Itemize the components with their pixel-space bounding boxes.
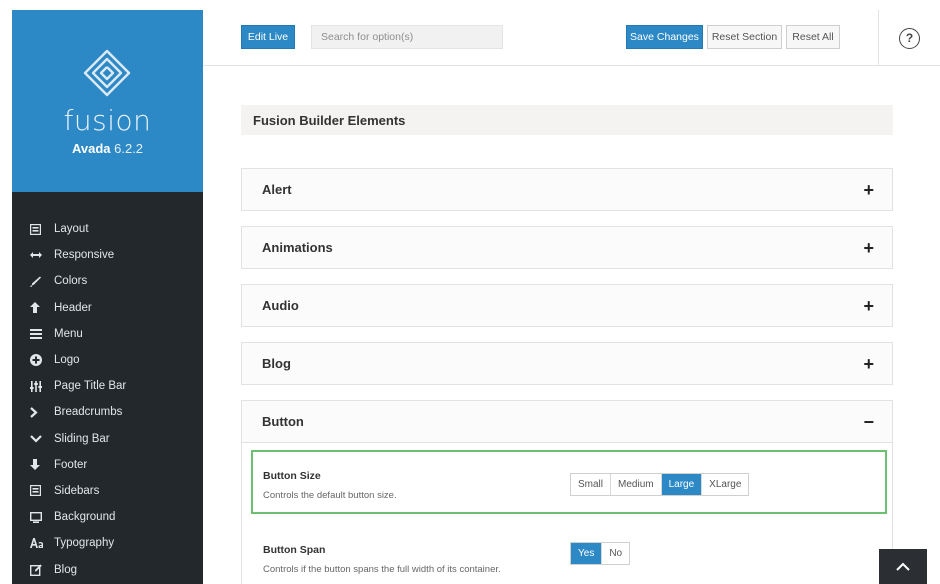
sidebar-item-label: Header	[54, 301, 92, 314]
sidebar-item-label: Typography	[54, 537, 115, 550]
sidebar-item-menu[interactable]: Menu	[12, 321, 203, 347]
layout-icon	[12, 216, 54, 242]
chevron-right-icon	[12, 399, 54, 425]
top-toolbar: Edit Live Save Changes Reset Section Res…	[203, 10, 940, 66]
sidebar-item-blog[interactable]: Blog	[12, 556, 203, 582]
size-option-medium[interactable]: Medium	[611, 474, 662, 495]
sidebar-item-sidebars[interactable]: Sidebars	[12, 478, 203, 504]
sliders-icon	[12, 373, 54, 399]
sidebar: fusion Avada 6.2.2 Layout Responsive Col…	[12, 10, 203, 584]
sidebar-item-label: Sliding Bar	[54, 432, 110, 445]
plus-icon: +	[863, 295, 874, 316]
plus-icon: +	[863, 237, 874, 258]
accordion-animations[interactable]: Animations +	[241, 226, 893, 269]
sidebar-item-label: Logo	[54, 354, 80, 367]
accordion-button-body: Button Size Controls the default button …	[241, 443, 893, 584]
brand-version: Avada 6.2.2	[71, 141, 144, 156]
save-changes-button[interactable]: Save Changes	[626, 25, 703, 49]
sidebar-item-page-title-bar[interactable]: Page Title Bar	[12, 373, 203, 399]
sidebar-item-sliding-bar[interactable]: Sliding Bar	[12, 426, 203, 452]
sidebar-item-responsive[interactable]: Responsive	[12, 242, 203, 268]
reset-all-button[interactable]: Reset All	[786, 25, 840, 49]
sidebar-item-logo[interactable]: Logo	[12, 347, 203, 373]
accordion-label: Alert	[262, 182, 292, 197]
accordion-button[interactable]: Button −	[241, 400, 893, 443]
option-title: Button Size	[263, 470, 321, 482]
sidebar-item-layout[interactable]: Layout	[12, 216, 203, 242]
arrows-horizontal-icon	[12, 242, 54, 268]
sidebar-item-label: Page Title Bar	[54, 380, 127, 393]
accordion-blog[interactable]: Blog +	[241, 342, 893, 385]
edit-icon	[12, 556, 54, 582]
sidebar-item-label: Layout	[54, 223, 89, 236]
accordion-label: Animations	[262, 240, 333, 255]
button-span-toggle: Yes No	[570, 542, 631, 565]
size-option-small[interactable]: Small	[571, 474, 612, 495]
option-button-size: Button Size Controls the default button …	[251, 450, 887, 514]
button-size-selector: Small Medium Large XLarge	[570, 473, 750, 496]
fusion-logo-icon	[83, 49, 131, 97]
help-icon[interactable]: ?	[899, 27, 920, 49]
sidebar-item-label: Footer	[54, 458, 88, 471]
size-option-large[interactable]: Large	[661, 474, 703, 495]
sidebar-item-colors[interactable]: Colors	[12, 268, 203, 294]
accordion-alert[interactable]: Alert +	[241, 168, 893, 211]
sidebar-item-label: Blog	[54, 563, 78, 576]
sidebar-item-background[interactable]: Background	[12, 504, 203, 530]
sidebar-item-typography[interactable]: Typography	[12, 530, 203, 556]
monitor-icon	[12, 504, 54, 530]
span-option-yes[interactable]: Yes	[571, 543, 603, 564]
plus-icon: +	[863, 353, 874, 374]
sidebar-item-header[interactable]: Header	[12, 295, 203, 321]
option-description: Controls if the button spans the full wi…	[263, 564, 501, 575]
option-button-span: Button Span Controls if the button spans…	[251, 535, 887, 584]
accordion-audio[interactable]: Audio +	[241, 284, 893, 327]
chevron-up-icon	[896, 562, 910, 571]
hamburger-icon	[12, 321, 54, 347]
brand-name: fusion	[63, 104, 152, 137]
scroll-to-top-button[interactable]	[879, 549, 927, 584]
sidebar-item-label: Menu	[54, 327, 83, 340]
typography-icon	[12, 530, 54, 556]
chevron-down-icon	[12, 426, 54, 452]
accordion-label: Button	[262, 414, 304, 429]
sidebar-item-footer[interactable]: Footer	[12, 452, 203, 478]
brand-panel: fusion Avada 6.2.2	[12, 10, 203, 192]
sidebar-item-label: Sidebars	[54, 484, 100, 497]
accordion-label: Audio	[262, 298, 299, 313]
sidebar-menu: Layout Responsive Colors Header Menu Log…	[12, 216, 203, 583]
sidebar-item-label: Responsive	[54, 249, 115, 262]
app-frame: fusion Avada 6.2.2 Layout Responsive Col…	[0, 0, 940, 584]
search-input[interactable]	[311, 25, 503, 49]
plus-circle-icon	[12, 347, 54, 373]
sidebars-icon	[12, 478, 54, 504]
arrow-up-icon	[12, 295, 54, 321]
edit-live-button[interactable]: Edit Live	[241, 25, 295, 49]
option-title: Button Span	[263, 544, 326, 556]
accordion-label: Blog	[262, 356, 291, 371]
sidebar-item-breadcrumbs[interactable]: Breadcrumbs	[12, 399, 203, 425]
section-title: Fusion Builder Elements	[241, 105, 893, 135]
plus-icon: +	[863, 179, 874, 200]
span-option-no[interactable]: No	[602, 543, 629, 564]
sidebar-item-label: Breadcrumbs	[54, 406, 123, 419]
sidebar-item-label: Colors	[54, 275, 88, 288]
brush-icon	[12, 268, 54, 294]
reset-section-button[interactable]: Reset Section	[707, 25, 782, 49]
help-area: ?	[878, 10, 940, 66]
minus-icon: −	[863, 411, 874, 432]
main-content: Fusion Builder Elements Alert + Animatio…	[203, 67, 940, 584]
option-description: Controls the default button size.	[263, 490, 397, 501]
sidebar-item-label: Background	[54, 511, 116, 524]
size-option-xlarge[interactable]: XLarge	[702, 474, 748, 495]
arrow-down-icon	[12, 452, 54, 478]
